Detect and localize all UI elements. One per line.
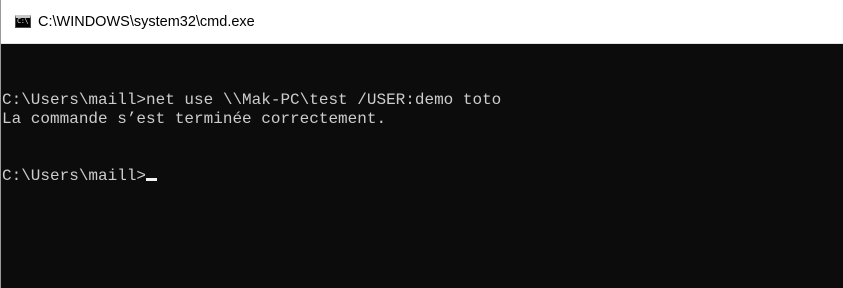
title-bar[interactable]: C:\ C:\WINDOWS\system32\cmd.exe	[1, 0, 843, 44]
text-cursor	[146, 178, 158, 181]
command-prompt: C:\Users\maill>	[2, 167, 147, 185]
cmd-window: C:\ C:\WINDOWS\system32\cmd.exe C:\Users…	[0, 0, 843, 288]
console-line-result: La commande s’est terminée correctement.	[2, 110, 387, 128]
console-line-prompt: C:\Users\maill>	[2, 167, 843, 186]
console-output[interactable]: C:\Users\maill>net use \\Mak-PC\test /US…	[1, 44, 843, 288]
window-title: C:\WINDOWS\system32\cmd.exe	[38, 14, 255, 30]
cmd-console-icon[interactable]: C:\	[15, 15, 31, 28]
console-line-command: C:\Users\maill>net use \\Mak-PC\test /US…	[2, 91, 502, 109]
cmd-icon-glyph: C:\	[17, 17, 29, 25]
